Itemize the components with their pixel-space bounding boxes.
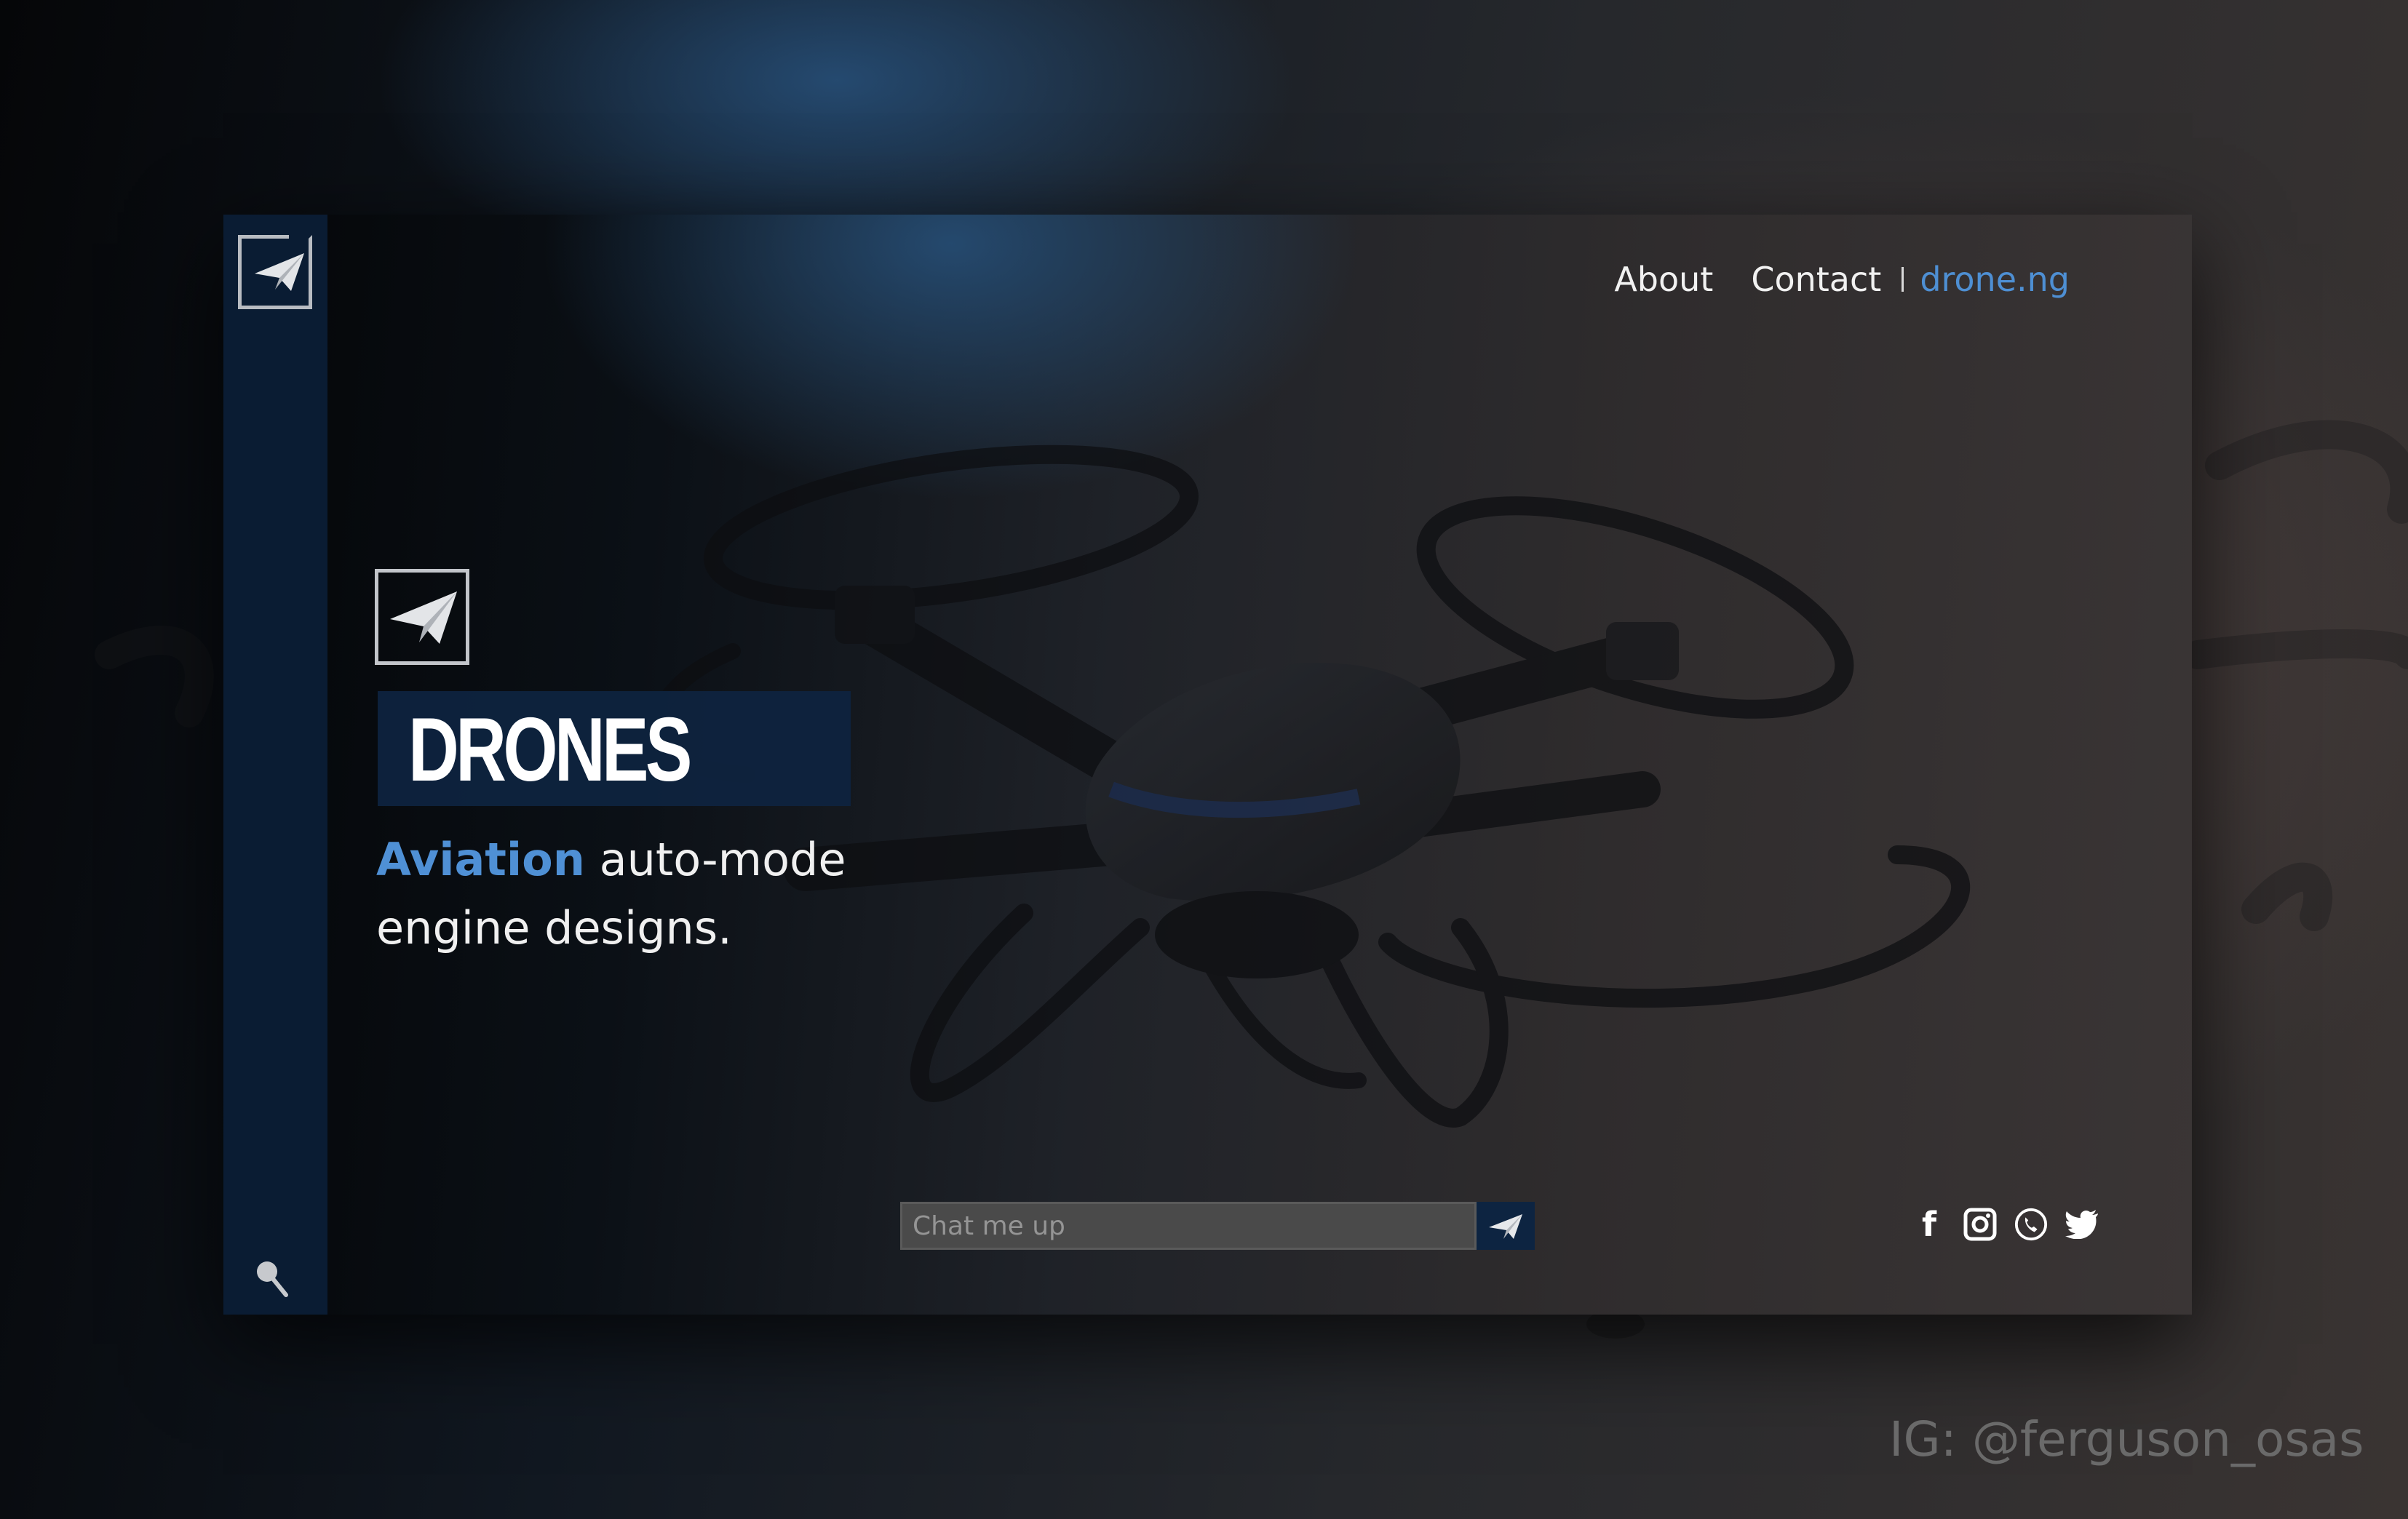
chat-send-button[interactable] xyxy=(1477,1202,1535,1250)
tagline-accent: Aviation xyxy=(376,833,585,886)
tagline: Aviation auto-mode engine designs. xyxy=(376,826,900,962)
nav-about-link[interactable]: About xyxy=(1614,260,1713,299)
landing-card: About Contact drone.ng DRONES Aviation a… xyxy=(223,215,2192,1315)
hero-logo-icon xyxy=(375,569,469,665)
instagram-icon[interactable] xyxy=(1963,1207,1998,1242)
sidebar xyxy=(223,215,327,1315)
search-icon[interactable] xyxy=(254,1259,289,1299)
social-links: f xyxy=(1912,1205,2099,1244)
facebook-icon[interactable]: f xyxy=(1912,1205,1947,1244)
paper-plane-icon xyxy=(255,253,304,291)
send-icon xyxy=(1489,1214,1522,1239)
logo-icon[interactable] xyxy=(238,235,312,309)
nav-site-link[interactable]: drone.ng xyxy=(1920,260,2070,299)
chat-input[interactable] xyxy=(900,1202,1477,1250)
whatsapp-icon[interactable] xyxy=(2014,1207,2049,1242)
chat-form xyxy=(900,1202,1535,1250)
nav-divider xyxy=(1902,267,1904,292)
twitter-icon[interactable] xyxy=(2065,1207,2099,1242)
title-box: DRONES xyxy=(378,691,851,806)
paper-plane-icon xyxy=(390,591,457,644)
top-nav: About Contact drone.ng xyxy=(1614,260,2070,299)
page-title: DRONES xyxy=(408,700,692,800)
watermark: IG: @ferguson_osas xyxy=(1889,1411,2364,1467)
nav-contact-link[interactable]: Contact xyxy=(1751,260,1881,299)
